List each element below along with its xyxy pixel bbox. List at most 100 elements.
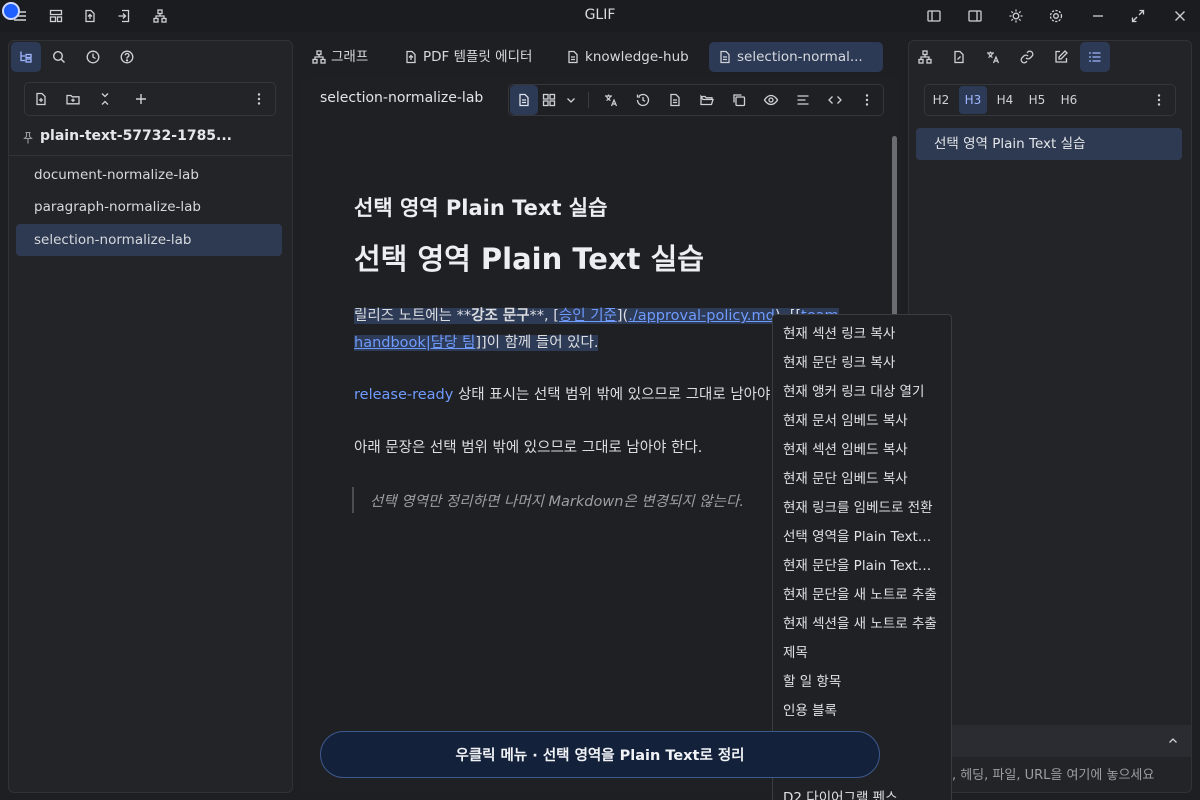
help-icon[interactable]	[112, 42, 142, 72]
maximize-icon[interactable]	[1128, 6, 1148, 26]
folder-open-icon[interactable]	[692, 85, 722, 115]
pin-icon	[22, 131, 34, 145]
heading-level-h5[interactable]: H5	[1023, 86, 1051, 114]
tab-knowledge-hub[interactable]: knowledge-hub	[557, 42, 705, 72]
text-segment: 릴리즈 노트에는 **	[354, 308, 472, 324]
menu-item-selection-plain-text[interactable]: 선택 영역을 Plain Text로 ...	[783, 525, 941, 545]
heading-level-h6[interactable]: H6	[1055, 86, 1083, 114]
layout-icon[interactable]	[46, 6, 66, 26]
toolbar-divider	[588, 92, 589, 108]
drop-zone-placeholder: 서, 헤딩, 파일, URL을 여기에 놓으세요	[940, 768, 1155, 783]
heading-2: 선택 영역 Plain Text 실습	[354, 242, 704, 276]
text-segment: **, [	[529, 308, 559, 324]
outline-item[interactable]: 선택 영역 Plain Text 실습	[916, 128, 1182, 160]
document-icon[interactable]	[660, 85, 690, 115]
heading-level-h3[interactable]: H3	[959, 86, 987, 114]
add-icon[interactable]	[126, 84, 156, 114]
tree-item-document-normalize-lab[interactable]: document-normalize-lab	[16, 159, 282, 191]
menu-item-copy-paragraph-embed[interactable]: 현재 문단 임베드 복사	[783, 467, 941, 487]
search-icon[interactable]	[44, 42, 74, 72]
align-icon[interactable]	[788, 85, 818, 115]
text-segment: ]]이 함께 들어 있다.	[475, 335, 599, 351]
tab-graph[interactable]: 그래프	[303, 42, 393, 72]
sidebar-right-icon[interactable]	[965, 6, 985, 26]
graph-icon[interactable]	[910, 42, 940, 72]
file-link-icon[interactable]	[944, 42, 974, 72]
settings-icon[interactable]	[1046, 6, 1066, 26]
text-segment: 상태 표시는 선택 범위 밖에 있으므로 그대로 남아야	[453, 387, 771, 403]
history-icon[interactable]	[628, 85, 658, 115]
file-tree-icon[interactable]	[11, 42, 41, 72]
tab-selection-normalize-lab[interactable]: selection-normal...	[709, 42, 883, 72]
link-approval-policy[interactable]: ./approval-policy.md	[628, 308, 775, 324]
new-folder-icon[interactable]	[58, 84, 88, 114]
tab-label: selection-normal...	[737, 49, 863, 65]
minimize-icon[interactable]	[1088, 6, 1108, 26]
edit-icon[interactable]	[1046, 42, 1076, 72]
tree-item-label: selection-normalize-lab	[34, 232, 192, 248]
menu-item-copy-document-embed[interactable]: 현재 문서 임베드 복사	[783, 409, 941, 429]
paragraph-3: 아래 문장은 선택 범위 밖에 있으므로 그대로 남아야 한다.	[354, 440, 703, 456]
chevron-down-icon[interactable]	[560, 85, 582, 115]
paragraph-line-1: 릴리즈 노트에는 **강조 문구**, [승인 기준](./approval-p…	[354, 304, 839, 325]
sidebar-left-icon[interactable]	[924, 6, 944, 26]
tree-item-selection-normalize-lab[interactable]: selection-normalize-lab	[16, 224, 282, 256]
outline-item-label: 선택 영역 Plain Text 실습	[934, 136, 1086, 152]
menu-item-copy-section-embed[interactable]: 현재 섹션 임베드 복사	[783, 438, 941, 458]
translate-icon[interactable]	[596, 85, 626, 115]
tab-pdf-template-editor[interactable]: PDF 템플릿 에디터	[395, 42, 555, 72]
tab-label: 그래프	[331, 49, 369, 65]
menu-item-heading[interactable]: 제목	[783, 641, 941, 661]
code-icon[interactable]	[820, 85, 850, 115]
hint-toast: 우클릭 메뉴 · 선택 영역을 Plain Text로 정리	[320, 731, 880, 778]
tab-label: PDF 템플릿 에디터	[423, 49, 533, 65]
more-icon[interactable]	[1144, 85, 1174, 115]
menu-item-copy-paragraph-link[interactable]: 현재 문단 링크 복사	[783, 351, 941, 371]
eye-icon[interactable]	[756, 85, 786, 115]
tree-item-label: paragraph-normalize-lab	[34, 199, 201, 215]
menu-item-link-to-embed[interactable]: 현재 링크를 임베드로 전환	[783, 496, 941, 516]
blockquote: 선택 영역만 정리하면 나머지 Markdown은 변경되지 않는다.	[370, 494, 744, 510]
divider	[9, 155, 292, 156]
menu-item-blockquote[interactable]: 인용 블록	[783, 699, 941, 719]
hint-toast-text: 우클릭 메뉴 · 선택 영역을 Plain Text로 정리	[455, 748, 745, 764]
graph-icon[interactable]	[150, 6, 170, 26]
translate-icon[interactable]	[978, 42, 1008, 72]
heading-level-h2[interactable]: H2	[927, 86, 955, 114]
menu-item-paragraph-plain-text[interactable]: 현재 문단을 Plain Text로 ...	[783, 554, 941, 574]
collapse-all-icon[interactable]	[90, 84, 120, 114]
paragraph-line-2: handbook|담당 팀]]이 함께 들어 있다.	[354, 331, 599, 352]
more-icon[interactable]	[852, 85, 882, 115]
menu-item-d2-fence[interactable]: D2 다이어그램 펜스	[783, 786, 941, 800]
menu-item-open-anchor-target[interactable]: 현재 앵커 링크 대상 열기	[783, 380, 941, 400]
export-icon[interactable]	[80, 6, 100, 26]
heading-3: 선택 영역 Plain Text 실습	[354, 196, 608, 220]
menu-item-extract-paragraph[interactable]: 현재 문단을 새 노트로 추출	[783, 583, 941, 603]
copy-icon[interactable]	[724, 85, 754, 115]
doc-name: selection-normalize-lab	[320, 90, 484, 106]
menu-item-copy-section-link[interactable]: 현재 섹션 링크 복사	[783, 322, 941, 342]
tree-item-paragraph-normalize-lab[interactable]: paragraph-normalize-lab	[16, 191, 282, 223]
outline-list-icon[interactable]	[1080, 42, 1110, 72]
heading-level-h4[interactable]: H4	[991, 86, 1019, 114]
link-approval[interactable]: 승인 기준	[559, 308, 617, 324]
menu-item-todo[interactable]: 할 일 항목	[783, 670, 941, 690]
graph-icon	[311, 49, 327, 65]
history-icon[interactable]	[78, 42, 108, 72]
more-icon[interactable]	[244, 84, 274, 114]
grid-view-icon[interactable]	[536, 85, 562, 115]
recording-indicator	[2, 2, 20, 20]
sun-icon[interactable]	[1006, 6, 1026, 26]
import-icon[interactable]	[114, 6, 134, 26]
text-segment: ](	[616, 308, 629, 324]
chevron-up-icon[interactable]	[1158, 726, 1188, 756]
editor-mode-icon[interactable]	[510, 85, 538, 115]
paragraph-2: release-ready 상태 표시는 선택 범위 밖에 있으므로 그대로 남…	[354, 383, 770, 404]
close-icon[interactable]	[1170, 6, 1190, 26]
tag-release-ready[interactable]: release-ready	[354, 387, 453, 403]
file-icon	[565, 49, 581, 65]
menu-item-extract-section[interactable]: 현재 섹션을 새 노트로 추출	[783, 612, 941, 632]
new-file-icon[interactable]	[26, 84, 56, 114]
wikilink-handbook[interactable]: handbook|담당 팀	[354, 335, 475, 351]
link-icon[interactable]	[1012, 42, 1042, 72]
